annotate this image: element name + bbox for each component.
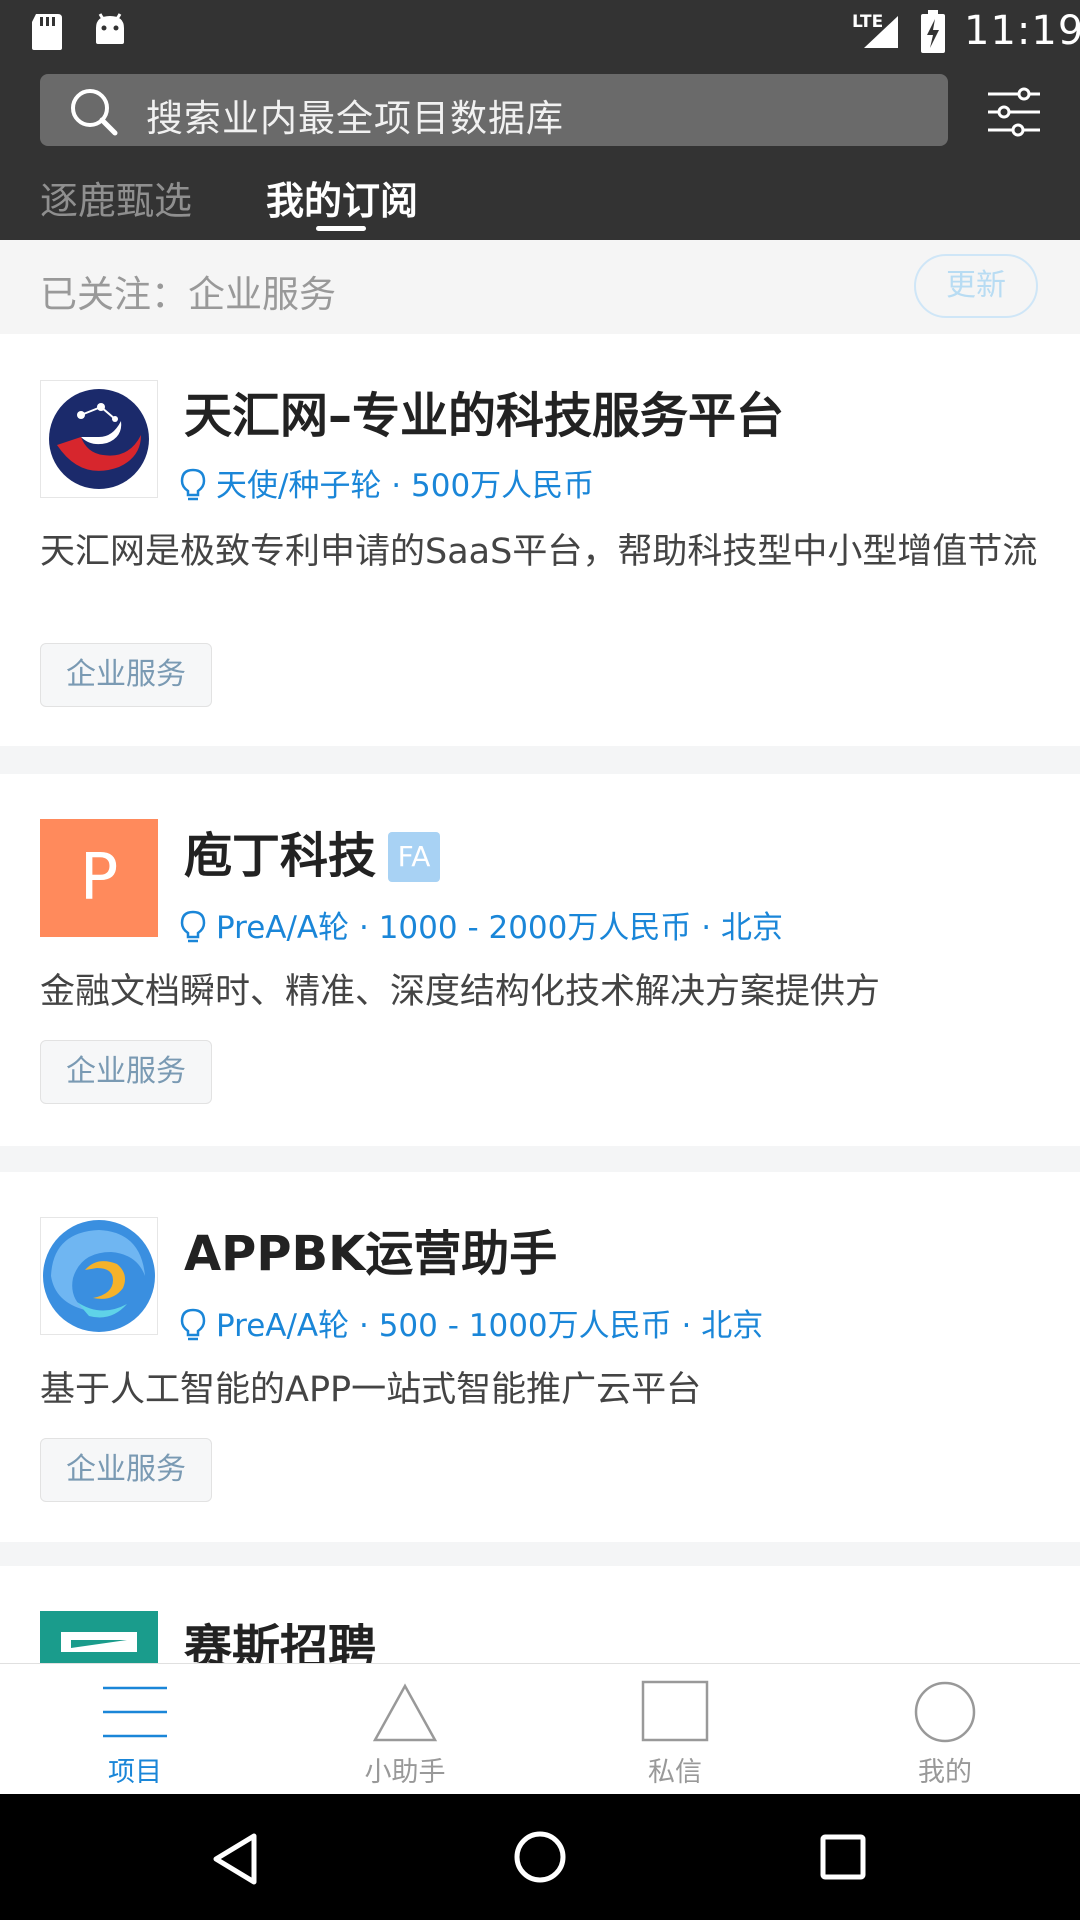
nav-profile[interactable]: 我的 — [810, 1664, 1080, 1795]
project-card[interactable]: 赛斯招聘 — [0, 1566, 1080, 1666]
menu-icon — [103, 1686, 167, 1738]
appbk-logo-icon — [43, 1220, 155, 1332]
status-bar: LTE 11:19 — [0, 0, 1080, 72]
nav-assistant[interactable]: 小助手 — [270, 1664, 540, 1795]
back-icon[interactable] — [210, 1832, 260, 1886]
battery-charging-icon — [921, 10, 945, 53]
home-icon[interactable] — [513, 1830, 567, 1884]
fa-badge: FA — [388, 832, 441, 882]
industry-tag[interactable]: 企业服务 — [40, 643, 212, 707]
project-logo — [40, 380, 158, 498]
project-description: 金融文档瞬时、精准、深度结构化技术解决方案提供方 — [40, 972, 881, 1012]
triangle-icon — [372, 1683, 438, 1742]
nav-label: 我的 — [918, 1757, 972, 1788]
industry-tag[interactable]: 企业服务 — [40, 1438, 212, 1502]
project-round-amount: PreA/A轮 · 1000 - 2000万人民币 · 北京 — [216, 910, 783, 946]
nav-label: 项目 — [108, 1757, 162, 1788]
project-logo: P — [40, 819, 158, 937]
header: 搜索业内最全项目数据库 逐鹿甄选 我的订阅 — [0, 72, 1080, 240]
project-card[interactable]: P 庖丁科技 FA PreA/A轮 · 1000 - 2000万人民币 · 北京 … — [0, 774, 1080, 1146]
project-meta: PreA/A轮 · 500 - 1000万人民币 · 北京 — [180, 1300, 763, 1345]
project-meta: 天使/种子轮 · 500万人民币 — [180, 460, 594, 505]
tab-selected-picks[interactable]: 逐鹿甄选 — [40, 170, 192, 225]
circle-icon — [914, 1681, 976, 1743]
project-card[interactable]: 天汇网–专业的科技服务平台 天使/种子轮 · 500万人民币 天汇网是极致专利申… — [0, 334, 1080, 746]
project-description: 天汇网是极致专利申请的SaaS平台，帮助科技型中小型增值节流 — [40, 532, 1038, 572]
tianhui-logo-icon — [49, 389, 149, 489]
project-logo — [40, 1217, 158, 1335]
filter-settings-icon[interactable] — [984, 82, 1044, 142]
tab-bar: 逐鹿甄选 我的订阅 — [0, 170, 1080, 240]
project-meta: PreA/A轮 · 1000 - 2000万人民币 · 北京 — [180, 902, 783, 947]
project-title-text: 庖丁科技 — [184, 828, 377, 884]
followed-category-label: 已关注：企业服务 — [40, 273, 336, 316]
system-nav-bar — [0, 1794, 1080, 1920]
nav-projects[interactable]: 项目 — [0, 1664, 270, 1795]
follow-bar: 已关注：企业服务 更新 — [0, 240, 1080, 334]
search-icon — [71, 89, 118, 136]
project-title: APPBK运营助手 — [184, 1226, 558, 1282]
refresh-button[interactable]: 更新 — [914, 254, 1038, 318]
square-icon — [641, 1680, 709, 1742]
project-title: 庖丁科技 FA — [184, 816, 441, 886]
clock: 11:19 — [964, 8, 1080, 54]
project-round-amount: 天使/种子轮 · 500万人民币 — [216, 468, 595, 504]
tab-my-subscriptions[interactable]: 我的订阅 — [266, 170, 418, 225]
lightbulb-icon — [180, 910, 206, 943]
active-tab-indicator — [316, 226, 366, 231]
nav-label: 私信 — [648, 1757, 702, 1788]
lightbulb-icon — [180, 1308, 206, 1341]
sd-card-icon — [32, 14, 62, 50]
signal-icon — [864, 16, 898, 48]
project-logo — [40, 1611, 158, 1666]
project-title: 天汇网–专业的科技服务平台 — [184, 388, 785, 444]
nav-messages[interactable]: 私信 — [540, 1664, 810, 1795]
industry-tag[interactable]: 企业服务 — [40, 1040, 212, 1104]
project-title: 赛斯招聘 — [184, 1620, 377, 1666]
nav-label: 小助手 — [364, 1757, 446, 1788]
search-placeholder: 搜索业内最全项目数据库 — [146, 97, 564, 140]
bottom-nav: 项目 小助手 私信 我的 — [0, 1663, 1080, 1795]
saisi-logo-icon — [61, 1632, 137, 1652]
android-icon — [96, 13, 124, 44]
project-round-amount: PreA/A轮 · 500 - 1000万人民币 · 北京 — [216, 1308, 764, 1344]
project-description: 基于人工智能的APP一站式智能推广云平台 — [40, 1370, 702, 1410]
project-card[interactable]: APPBK运营助手 PreA/A轮 · 500 - 1000万人民币 · 北京 … — [0, 1172, 1080, 1542]
logo-letter: P — [79, 841, 119, 915]
search-input[interactable]: 搜索业内最全项目数据库 — [40, 74, 948, 146]
recents-icon[interactable] — [820, 1834, 866, 1880]
lightbulb-icon — [180, 468, 206, 501]
